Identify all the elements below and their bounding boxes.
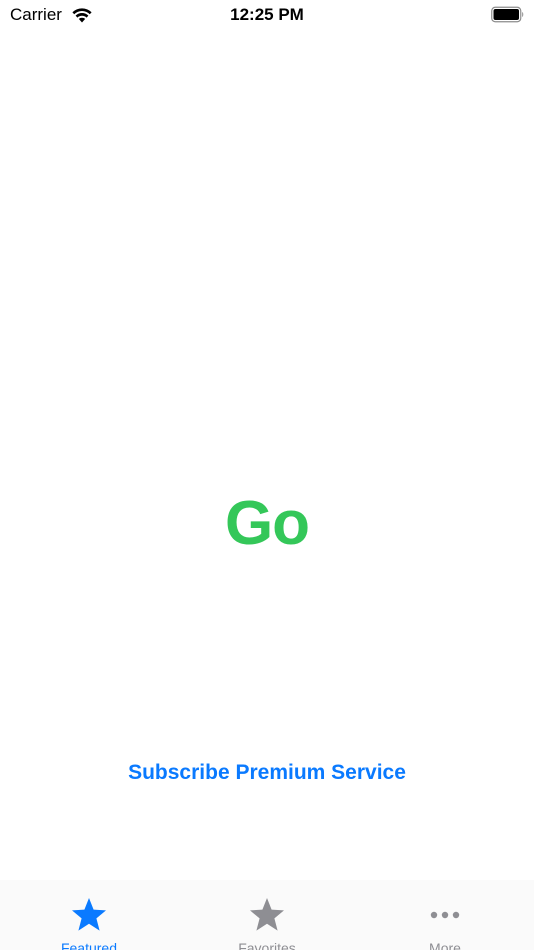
tab-favorites[interactable]: Favorites	[178, 880, 356, 950]
app-screen: Carrier 12:25 PM Go Subscribe Premium Se…	[0, 0, 534, 950]
tab-favorites-label: Favorites	[238, 940, 296, 950]
tab-more[interactable]: More	[356, 880, 534, 950]
status-time: 12:25 PM	[230, 5, 304, 24]
status-bar: Carrier 12:25 PM	[0, 0, 534, 30]
tab-featured[interactable]: Featured	[0, 880, 178, 950]
more-icon	[430, 911, 460, 919]
star-icon	[72, 898, 106, 931]
tab-featured-label: Featured	[60, 940, 118, 950]
tab-bar: Featured Favorites More	[0, 880, 534, 950]
battery-icon	[491, 6, 524, 23]
go-label: Go	[224, 489, 310, 558]
subscribe-premium-button[interactable]: Subscribe Premium Service	[0, 758, 534, 788]
star-icon	[250, 898, 284, 931]
tab-more-label: More	[429, 940, 461, 950]
